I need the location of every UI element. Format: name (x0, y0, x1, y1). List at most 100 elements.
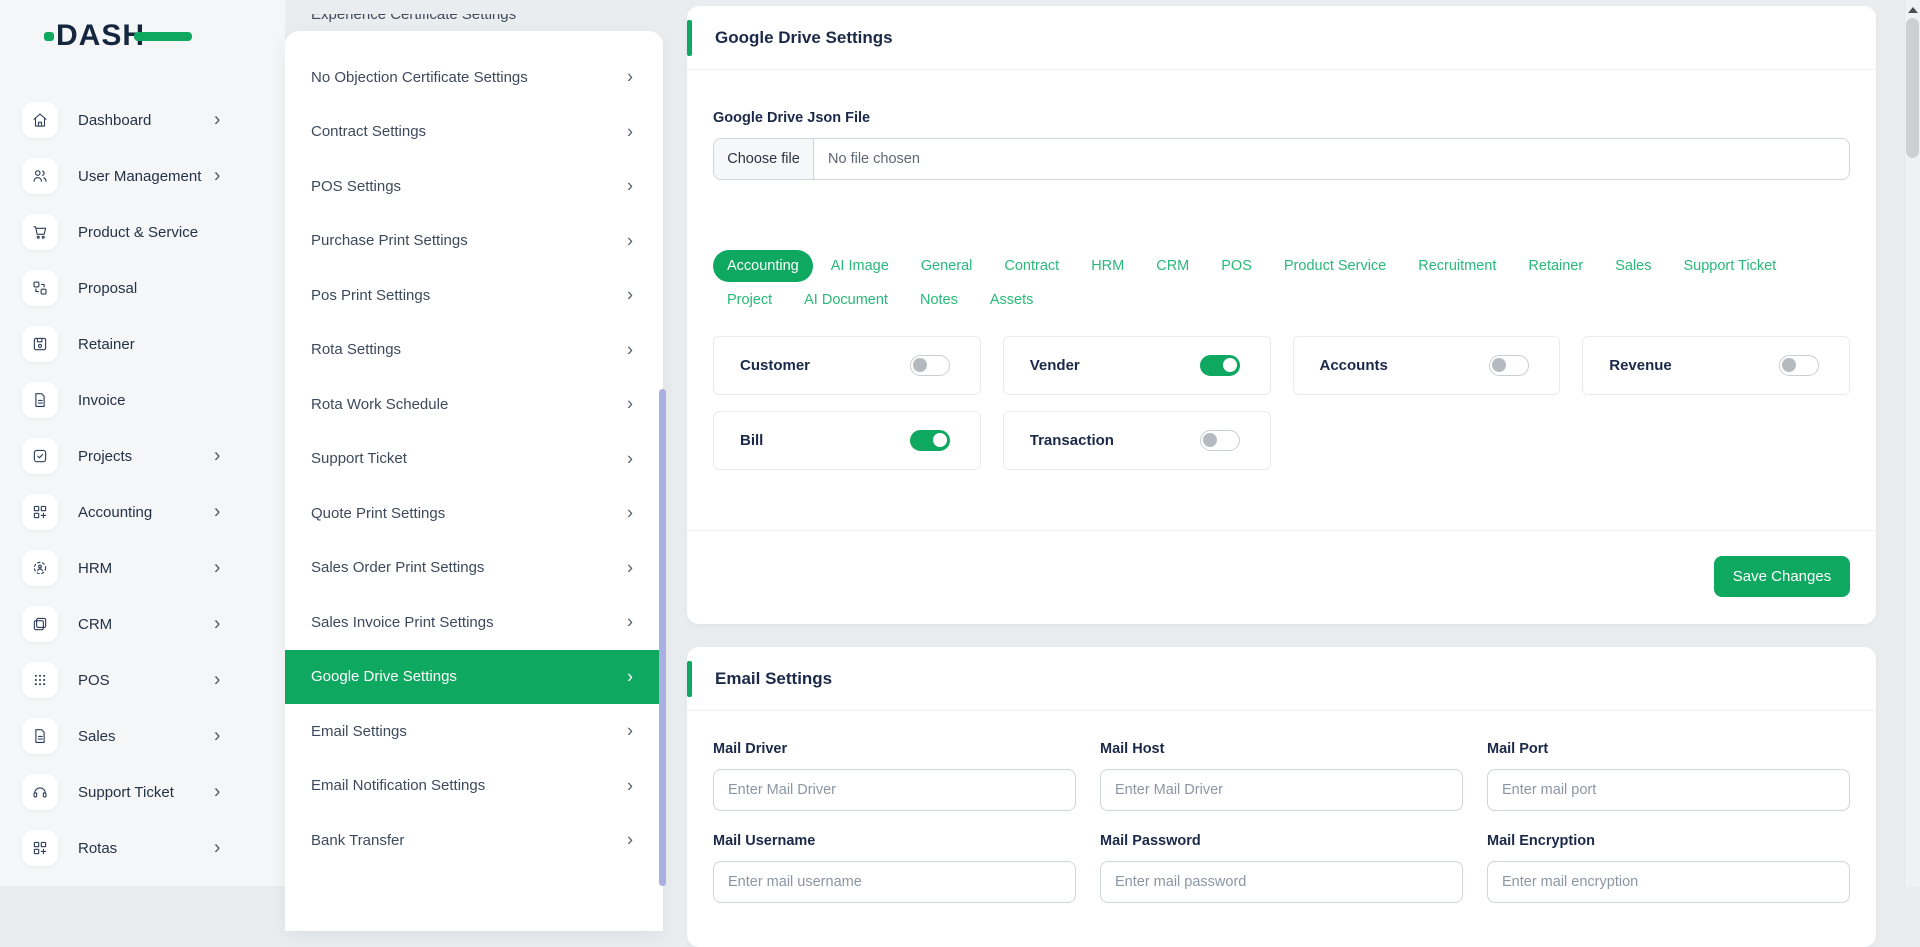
tab-ai-image[interactable]: AI Image (817, 250, 903, 282)
settings-menu-item-rota-settings[interactable]: Rota Settings › (285, 323, 663, 378)
tab-support-ticket[interactable]: Support Ticket (1670, 250, 1791, 282)
json-file-input[interactable]: Choose file No file chosen (713, 138, 1850, 180)
settings-menu-item-label: Sales Order Print Settings (311, 559, 484, 576)
sidebar-item-support-ticket[interactable]: Support Ticket › (0, 764, 285, 820)
settings-menu-item-label: Google Drive Settings (311, 668, 457, 685)
sidebar-item-user-management[interactable]: User Management › (0, 148, 285, 204)
sidebar-item-label: User Management (78, 168, 201, 185)
toggle-switch[interactable] (1200, 430, 1240, 451)
tab-product-service[interactable]: Product Service (1270, 250, 1400, 282)
field-mail-password: Mail Password (1100, 833, 1463, 903)
toggle-knob (1203, 433, 1217, 447)
tab-contract[interactable]: Contract (990, 250, 1073, 282)
tab-recruitment[interactable]: Recruitment (1404, 250, 1510, 282)
chevron-right-icon: › (214, 503, 220, 522)
sidebar-item-projects[interactable]: Projects › (0, 428, 285, 484)
chevron-right-icon: › (214, 167, 220, 186)
input-mail-password[interactable] (1100, 861, 1463, 903)
tab-assets[interactable]: Assets (976, 284, 1048, 316)
card-body: Google Drive Json File Choose file No fi… (687, 110, 1876, 470)
settings-menu-item-email-settings[interactable]: Email Settings › (285, 704, 663, 759)
settings-menu-item-bank-transfer[interactable]: Bank Transfer › (285, 813, 663, 868)
settings-menu-item-pos-settings[interactable]: POS Settings › (285, 159, 663, 214)
home-icon (22, 102, 58, 138)
settings-menu-item-purchase-print-settings[interactable]: Purchase Print Settings › (285, 214, 663, 269)
sidebar-item-rotas[interactable]: Rotas › (0, 820, 285, 876)
input-mail-driver[interactable] (713, 769, 1076, 811)
chevron-right-icon: › (627, 775, 633, 796)
toggle-switch[interactable] (910, 430, 950, 451)
choose-file-button[interactable]: Choose file (714, 139, 814, 179)
settings-menu-item-google-drive-settings[interactable]: Google Drive Settings › (285, 650, 663, 705)
app-logo[interactable]: DASH (56, 14, 216, 58)
toggle-knob (913, 358, 927, 372)
tab-hrm[interactable]: HRM (1077, 250, 1138, 282)
settings-menu-item-rota-work-schedule[interactable]: Rota Work Schedule › (285, 377, 663, 432)
toggle-switch[interactable] (1489, 355, 1529, 376)
input-mail-encryption[interactable] (1487, 861, 1850, 903)
settings-menu-item-support-ticket[interactable]: Support Ticket › (285, 432, 663, 487)
scrollbar-thumb[interactable] (1906, 18, 1919, 158)
tab-crm[interactable]: CRM (1142, 250, 1203, 282)
sidebar-item-hrm[interactable]: HRM › (0, 540, 285, 596)
sidebar-item-sales[interactable]: Sales › (0, 708, 285, 764)
input-mail-username[interactable] (713, 861, 1076, 903)
toggle-label: Accounts (1320, 357, 1388, 374)
sidebar-item-pos[interactable]: POS › (0, 652, 285, 708)
tab-retainer[interactable]: Retainer (1514, 250, 1597, 282)
tab-ai-document[interactable]: AI Document (790, 284, 902, 316)
sidebar-item-dashboard[interactable]: Dashboard › (0, 92, 285, 148)
scrollbar-up-arrow-icon[interactable] (1908, 7, 1918, 13)
toggle-label: Customer (740, 357, 810, 374)
toggle-label: Revenue (1609, 357, 1672, 374)
field-mail-driver: Mail Driver (713, 741, 1076, 811)
grid-plus-icon (22, 494, 58, 530)
input-mail-port[interactable] (1487, 769, 1850, 811)
toggle-switch[interactable] (1200, 355, 1240, 376)
chevron-right-icon: › (627, 612, 633, 633)
sidebar-item-retainer[interactable]: Retainer › (0, 316, 285, 372)
field-label: Mail Host (1100, 741, 1463, 757)
settings-menu-item-sales-order-print-settings[interactable]: Sales Order Print Settings › (285, 541, 663, 596)
settings-menu-scrollbar-thumb[interactable] (659, 389, 666, 886)
sidebar-item-crm[interactable]: CRM › (0, 596, 285, 652)
sidebar-item-proposal[interactable]: Proposal › (0, 260, 285, 316)
footer-divider (687, 530, 1876, 531)
header-accent-bar (687, 20, 692, 56)
logo-dot-icon (44, 32, 54, 41)
settings-menu-item-email-notification-settings[interactable]: Email Notification Settings › (285, 759, 663, 814)
email-fields-grid: Mail Driver Mail Host Mail Port Mail Use… (713, 741, 1850, 903)
sidebar-item-accounting[interactable]: Accounting › (0, 484, 285, 540)
sidebar-item-label: Projects (78, 448, 132, 465)
tab-pos[interactable]: POS (1207, 250, 1266, 282)
settings-menu-item-sales-invoice-print-settings[interactable]: Sales Invoice Print Settings › (285, 595, 663, 650)
toggle-switch[interactable] (910, 355, 950, 376)
logo-dash-icon (134, 32, 192, 41)
settings-menu-item-contract-settings[interactable]: Contract Settings › (285, 105, 663, 160)
tab-sales[interactable]: Sales (1601, 250, 1665, 282)
sidebar-item-label: HRM (78, 560, 112, 577)
sidebar-item-invoice[interactable]: Invoice › (0, 372, 285, 428)
tab-project[interactable]: Project (713, 284, 786, 316)
settings-menu-item-quote-print-settings[interactable]: Quote Print Settings › (285, 486, 663, 541)
workflow-icon (22, 270, 58, 306)
chevron-right-icon: › (627, 830, 633, 851)
chevron-right-icon: › (627, 557, 633, 578)
sidebar-item-product-service[interactable]: Product & Service › (0, 204, 285, 260)
tab-accounting[interactable]: Accounting (713, 250, 813, 282)
settings-menu-clipped-item[interactable]: Experience Certificate Settings › (285, 14, 663, 28)
save-changes-button[interactable]: Save Changes (1714, 556, 1850, 597)
card-header: Email Settings (687, 647, 1876, 711)
input-mail-host[interactable] (1100, 769, 1463, 811)
card-body: Mail Driver Mail Host Mail Port Mail Use… (687, 741, 1876, 903)
settings-menu-item-pos-print-settings[interactable]: Pos Print Settings › (285, 268, 663, 323)
chevron-right-icon: › (214, 671, 220, 690)
settings-menu-item-no-objection-certificate-settings[interactable]: No Objection Certificate Settings › (285, 50, 663, 105)
tab-notes[interactable]: Notes (906, 284, 972, 316)
sidebar-item-label: Proposal (78, 280, 137, 297)
settings-menu-item-label: Contract Settings (311, 123, 426, 140)
tab-general[interactable]: General (907, 250, 987, 282)
window-scrollbar[interactable] (1904, 0, 1920, 886)
toggle-card-transaction: Transaction (1003, 411, 1271, 470)
toggle-switch[interactable] (1779, 355, 1819, 376)
